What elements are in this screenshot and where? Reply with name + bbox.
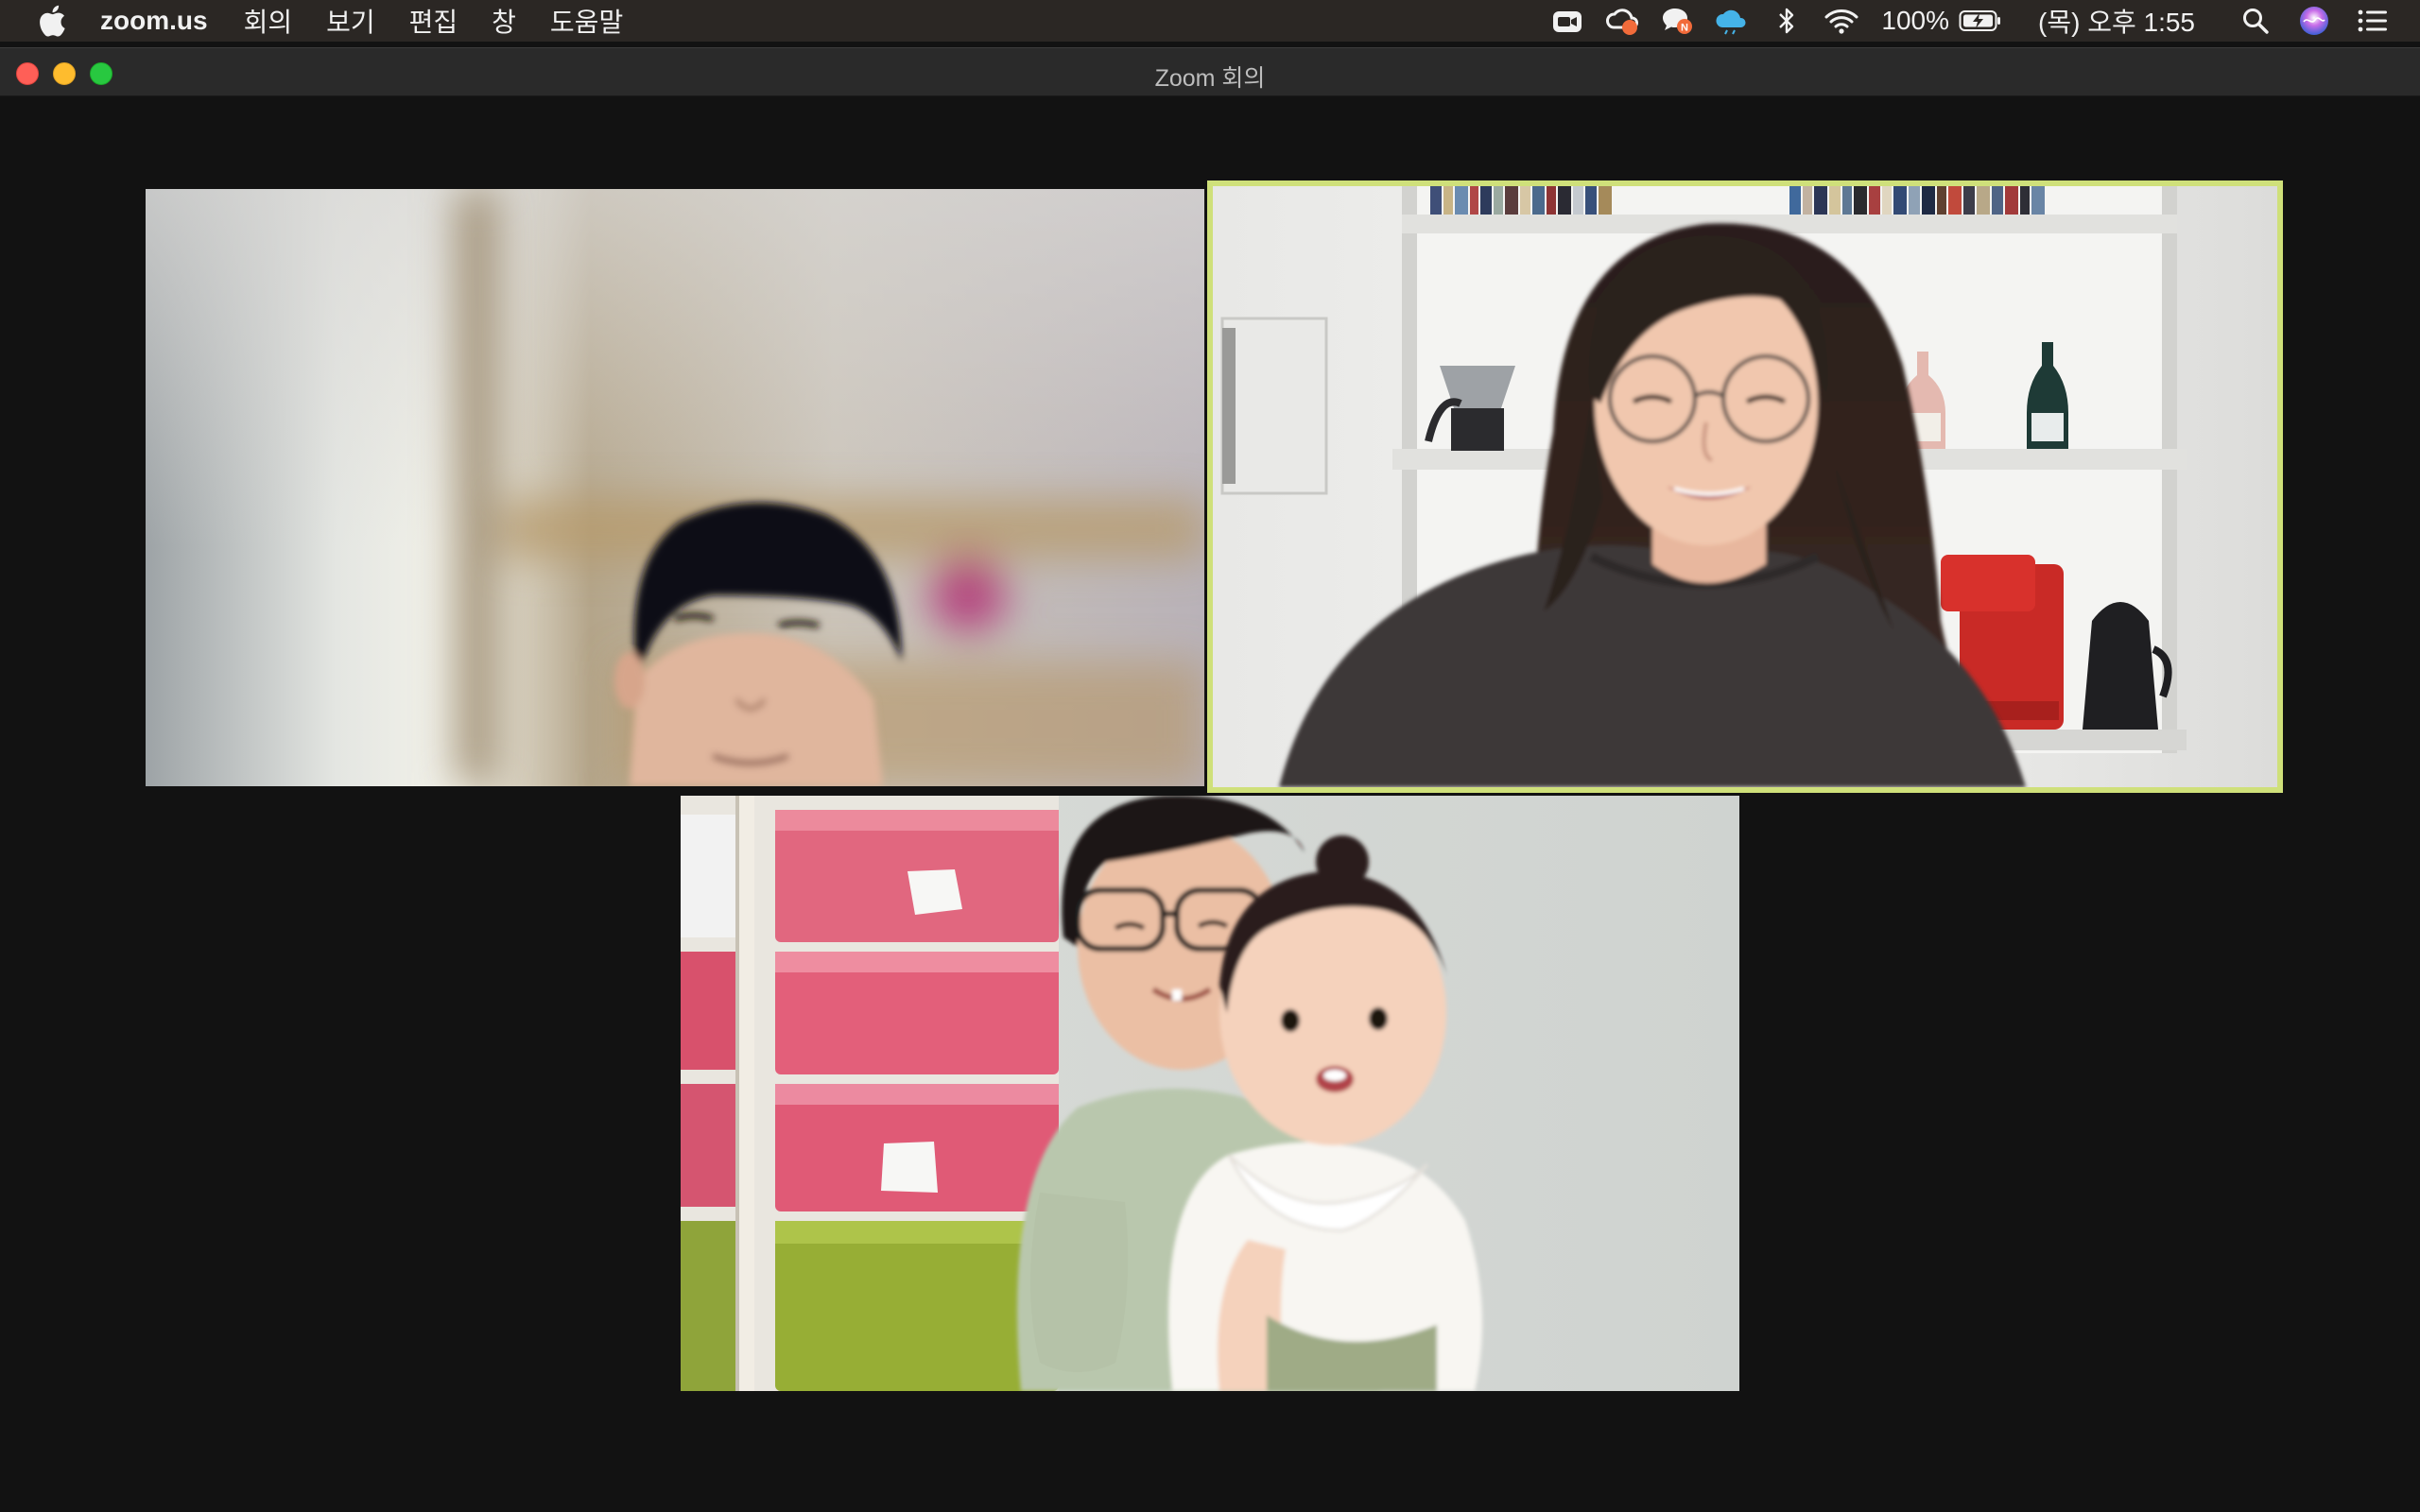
- siri-icon[interactable]: [2295, 2, 2333, 40]
- svg-text:N: N: [1681, 23, 1688, 34]
- participant-video-3: [681, 796, 1739, 1391]
- participant-video-tile-2-active-speaker[interactable]: [1207, 180, 2283, 793]
- participant-video-tile-1[interactable]: [146, 189, 1204, 786]
- window-titlebar[interactable]: Zoom 회의: [0, 47, 2420, 96]
- menu-bar: zoom.us 회의 보기 편집 창 도움말 N 100% (목) 오후 1:5…: [0, 0, 2420, 42]
- menu-window[interactable]: 창: [492, 2, 516, 40]
- notification-center-icon[interactable]: [2354, 2, 2392, 40]
- menu-view[interactable]: 보기: [326, 2, 375, 40]
- menu-help[interactable]: 도움말: [550, 2, 623, 40]
- cloud-icon[interactable]: [1713, 2, 1751, 40]
- participant-video-tile-3[interactable]: [681, 796, 1739, 1391]
- zoom-camera-icon[interactable]: [1548, 2, 1586, 40]
- participant-video-2: [1213, 186, 2277, 787]
- apple-logo-icon[interactable]: [36, 3, 68, 39]
- chat-n-icon[interactable]: N: [1658, 2, 1696, 40]
- bluetooth-icon[interactable]: [1768, 2, 1806, 40]
- menu-edit[interactable]: 편집: [409, 2, 458, 40]
- participant-video-1: [146, 189, 1204, 786]
- menu-app-name[interactable]: zoom.us: [100, 6, 208, 36]
- battery-charging-icon[interactable]: [1959, 9, 2002, 32]
- wifi-icon[interactable]: [1823, 2, 1860, 40]
- creative-cloud-icon[interactable]: [1603, 2, 1641, 40]
- battery-percent[interactable]: 100%: [1881, 6, 1949, 36]
- menu-meeting[interactable]: 회의: [244, 2, 293, 40]
- gallery-view: [0, 96, 2420, 1512]
- menu-clock[interactable]: (목) 오후 1:55: [2038, 2, 2195, 40]
- spotlight-search-icon[interactable]: [2237, 2, 2274, 40]
- window-title: Zoom 회의: [1154, 65, 1266, 92]
